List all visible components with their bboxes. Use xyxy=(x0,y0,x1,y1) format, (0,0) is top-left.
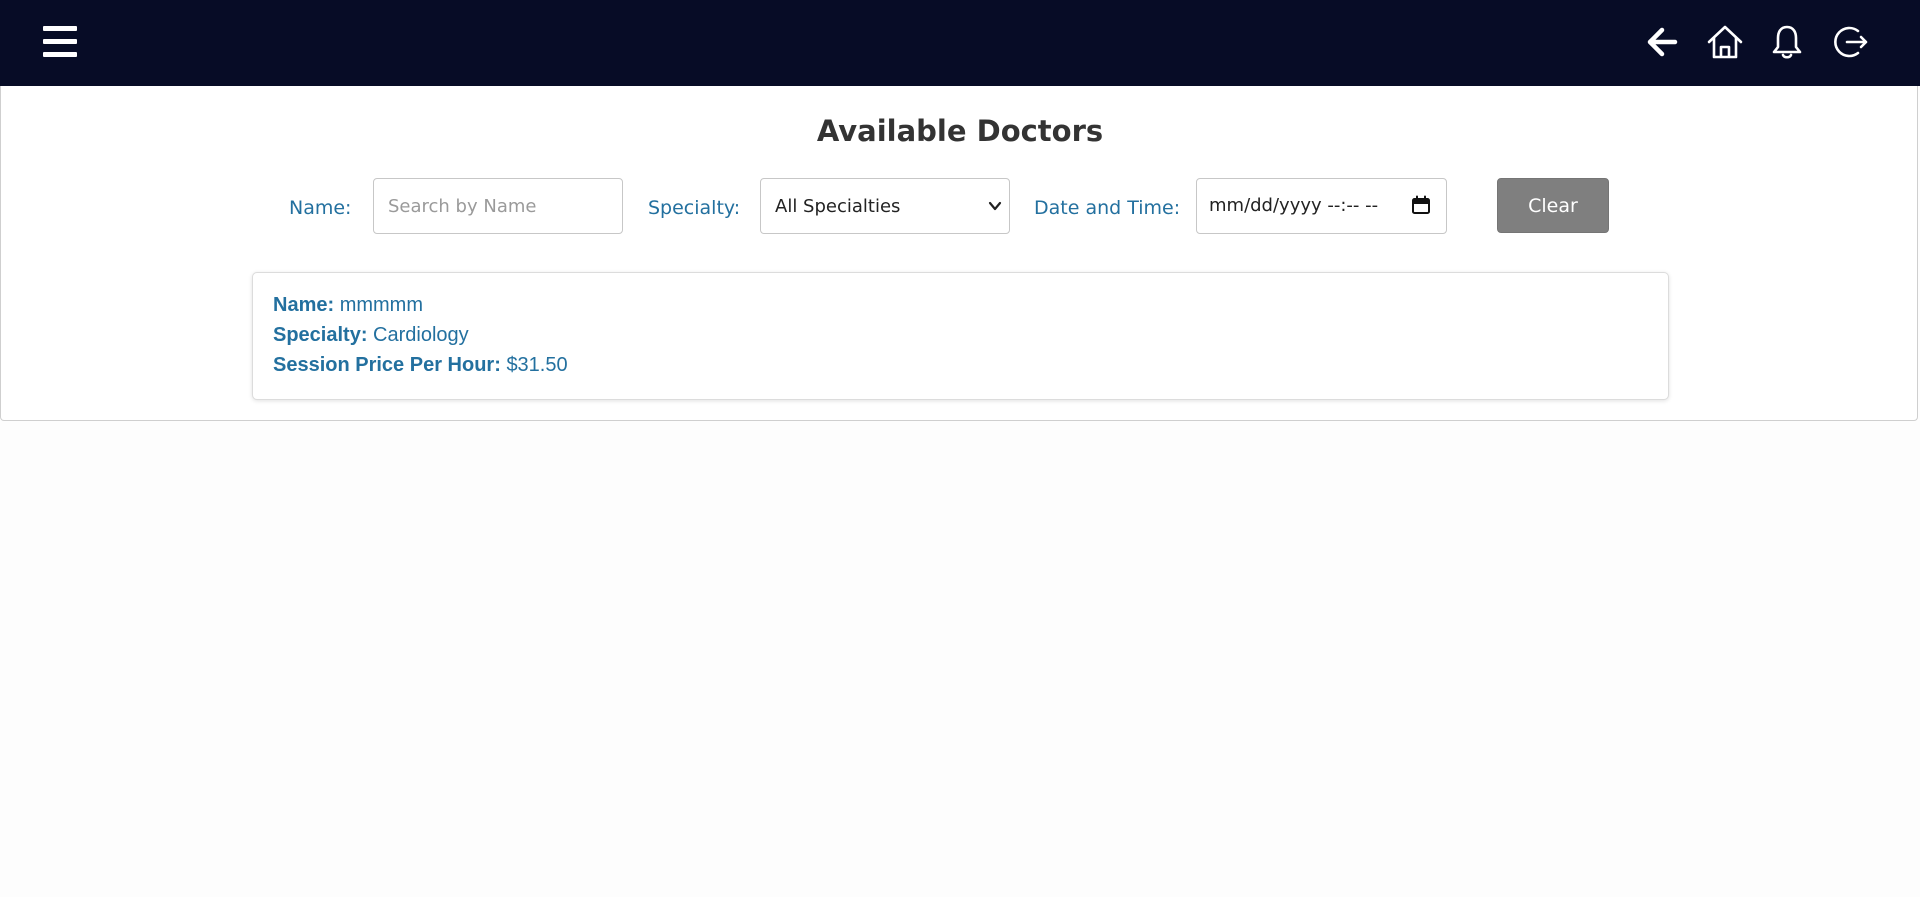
doctor-name-value: mmmmm xyxy=(339,294,424,316)
home-icon[interactable] xyxy=(1705,22,1745,62)
arrow-left-icon[interactable] xyxy=(1642,22,1682,62)
doctor-card[interactable]: Name: mmmmm Specialty: Cardiology Sessio… xyxy=(252,272,1669,400)
name-filter-label: Name: xyxy=(289,197,352,219)
doctor-specialty-label: Specialty: xyxy=(273,324,368,346)
page-title: Available Doctors xyxy=(816,114,1104,148)
doctor-price-line: Session Price Per Hour: $31.50 xyxy=(273,351,568,379)
doctor-price-value: $31.50 xyxy=(506,354,568,376)
name-search-input[interactable] xyxy=(373,178,623,234)
clear-button[interactable]: Clear xyxy=(1497,178,1609,233)
datetime-filter-label: Date and Time: xyxy=(1034,197,1181,219)
hamburger-menu-icon[interactable] xyxy=(40,24,80,60)
calendar-icon[interactable] xyxy=(1411,195,1431,215)
doctors-panel: Available Doctors Name: Specialty: All S… xyxy=(0,86,1918,421)
doctor-name-line: Name: mmmmm xyxy=(273,291,423,319)
doctor-specialty-value: Cardiology xyxy=(373,324,469,346)
doctor-name-label: Name: xyxy=(273,294,335,316)
specialty-filter-label: Specialty: xyxy=(648,197,741,219)
datetime-input-value: mm/dd/yyyy --:-- -- xyxy=(1209,195,1379,216)
logout-icon[interactable] xyxy=(1830,22,1870,62)
bell-icon[interactable] xyxy=(1767,22,1807,62)
specialty-select[interactable]: All Specialties xyxy=(760,178,1010,234)
top-navigation-bar xyxy=(0,0,1920,86)
doctor-price-label: Session Price Per Hour: xyxy=(273,354,501,376)
doctor-specialty-line: Specialty: Cardiology xyxy=(273,321,469,349)
